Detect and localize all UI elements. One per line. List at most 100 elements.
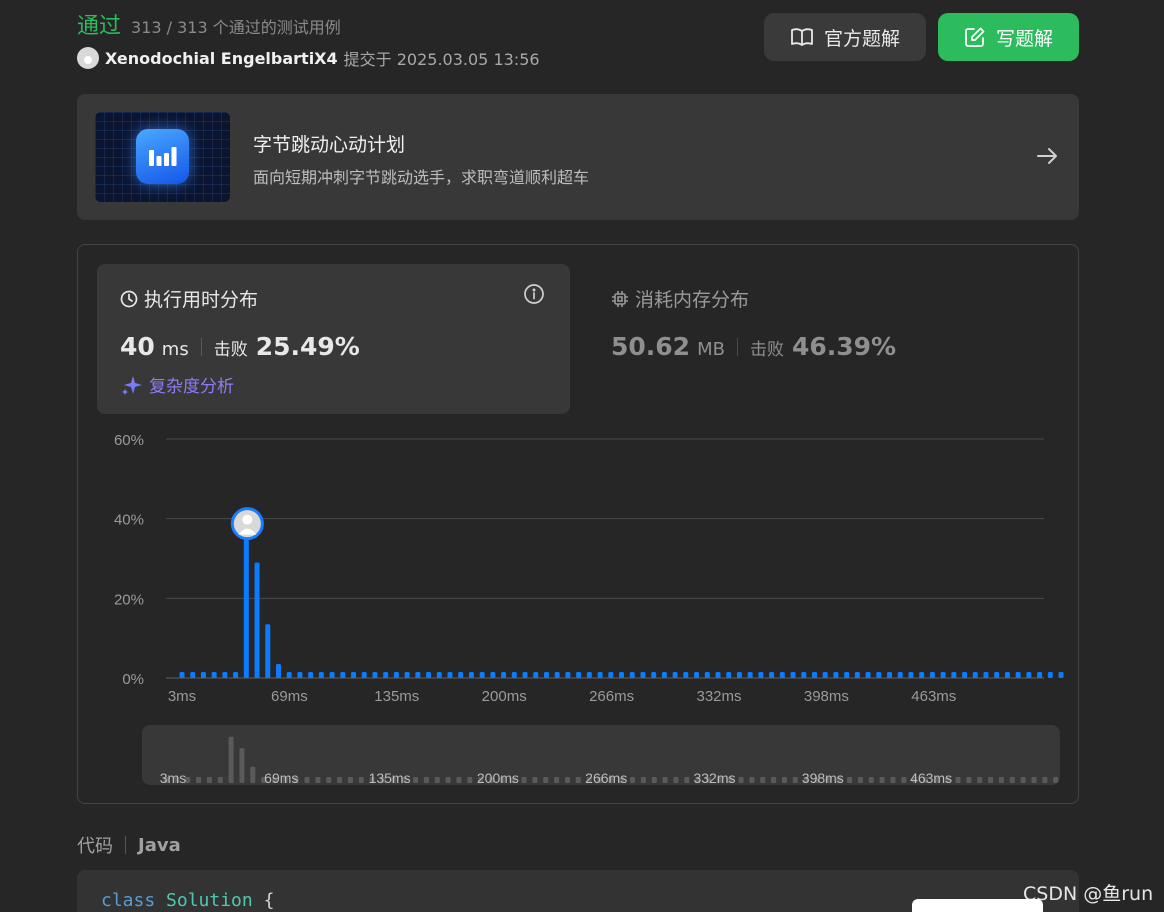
promo-banner[interactable]: 字节跳动心动计划 面向短期冲刺字节跳动选手，求职弯道顺利超车	[77, 94, 1079, 220]
bar	[919, 672, 925, 678]
mini-x-tick-label: 332ms	[693, 770, 735, 785]
bar	[672, 672, 678, 678]
bar	[543, 672, 549, 678]
edit-icon	[965, 27, 985, 47]
bar	[308, 672, 314, 678]
bar	[586, 672, 592, 678]
official-solution-label: 官方题解	[823, 27, 900, 50]
mini-x-tick-label: 3ms	[160, 770, 186, 785]
avatar[interactable]	[77, 47, 99, 69]
bar	[640, 672, 646, 678]
mini-bar	[564, 777, 570, 783]
bar	[865, 672, 871, 678]
mini-bar	[684, 777, 690, 783]
bar	[854, 672, 860, 678]
bar	[436, 672, 442, 678]
floating-tab[interactable]	[912, 899, 1043, 912]
bar	[929, 672, 935, 678]
mini-bar	[1009, 777, 1015, 783]
mini-bar	[651, 777, 657, 783]
code-classname: Solution	[166, 890, 253, 911]
runtime-distribution-chart[interactable]: 0% 20% 40% 60% 3ms 69ms 135ms 200ms 266ms 332ms 39…	[78, 245, 1078, 715]
bar	[844, 672, 850, 678]
x-tick-label: 266ms	[589, 688, 634, 705]
mini-bar	[977, 777, 983, 783]
bar	[190, 672, 196, 678]
bar	[361, 672, 367, 678]
y-tick-label: 40%	[114, 512, 144, 529]
x-tick-label: 135ms	[374, 688, 419, 705]
bar	[458, 672, 464, 678]
official-solution-button[interactable]: 官方题解	[764, 13, 926, 61]
mini-bar	[315, 777, 321, 783]
y-tick-label: 60%	[114, 432, 144, 449]
bar	[426, 672, 432, 678]
mini-bar	[228, 736, 234, 783]
bar	[790, 672, 796, 678]
mini-bar	[196, 777, 202, 783]
bar	[962, 672, 968, 678]
bar	[661, 672, 667, 678]
x-tick-label: 3ms	[168, 688, 196, 705]
code-label: 代码	[77, 836, 113, 857]
mini-bar	[868, 777, 874, 783]
user-name[interactable]: Xenodochial EngelbartiX4	[105, 49, 338, 68]
mini-bar	[879, 777, 885, 783]
bar	[1058, 672, 1064, 678]
mini-x-tick-label: 398ms	[802, 770, 844, 785]
bar	[758, 672, 764, 678]
mini-bar	[445, 777, 451, 783]
bar	[243, 524, 249, 678]
mini-bar	[630, 777, 636, 783]
bar	[297, 672, 303, 678]
bar	[254, 562, 260, 678]
code-language: Java	[138, 834, 181, 856]
bar	[876, 672, 882, 678]
mini-bar	[988, 777, 994, 783]
bar	[179, 672, 185, 678]
mini-bar	[326, 777, 332, 783]
chart-range-navigator[interactable]: 3ms 69ms 135ms 200ms 266ms 332ms 398ms 463ms	[142, 725, 1060, 785]
bar	[1026, 672, 1032, 678]
mini-bar	[847, 777, 853, 783]
bar	[501, 672, 507, 678]
x-tick-label: 69ms	[271, 688, 308, 705]
mini-bar	[966, 777, 972, 783]
bar	[715, 672, 721, 678]
code-line: class Solution {	[101, 890, 274, 911]
y-tick-label: 20%	[114, 591, 144, 608]
mini-bar	[760, 777, 766, 783]
bar	[801, 672, 807, 678]
bar	[736, 672, 742, 678]
bar	[372, 672, 378, 678]
bar	[887, 672, 893, 678]
bar	[769, 672, 775, 678]
write-solution-button[interactable]: 写题解	[938, 13, 1079, 61]
mini-bar	[890, 777, 896, 783]
code-brace: {	[263, 890, 275, 911]
bar	[265, 624, 271, 678]
book-icon	[791, 28, 813, 46]
mini-bar	[955, 777, 961, 783]
arrow-right-icon[interactable]	[1035, 144, 1059, 168]
status-row: 通过 313 / 313 个通过的测试用例	[77, 8, 540, 39]
bar	[683, 672, 689, 678]
bar	[351, 672, 357, 678]
mini-bar	[456, 777, 462, 783]
write-solution-label: 写题解	[995, 27, 1053, 50]
mini-distribution-chart[interactable]: 3ms 69ms 135ms 200ms 266ms 332ms 398ms 463ms	[142, 725, 1060, 785]
mini-bar	[206, 777, 212, 783]
mini-bar	[337, 777, 343, 783]
y-tick-label: 0%	[122, 671, 144, 688]
bar	[811, 672, 817, 678]
mini-bar	[358, 777, 364, 783]
mini-bar	[738, 777, 744, 783]
bar	[651, 672, 657, 678]
mini-bar	[857, 777, 863, 783]
code-keyword: class	[101, 890, 156, 911]
user-position-marker	[230, 507, 264, 541]
bar	[383, 672, 389, 678]
mini-bar	[521, 777, 527, 783]
code-header: 代码 Java	[77, 832, 181, 858]
bar	[468, 672, 474, 678]
